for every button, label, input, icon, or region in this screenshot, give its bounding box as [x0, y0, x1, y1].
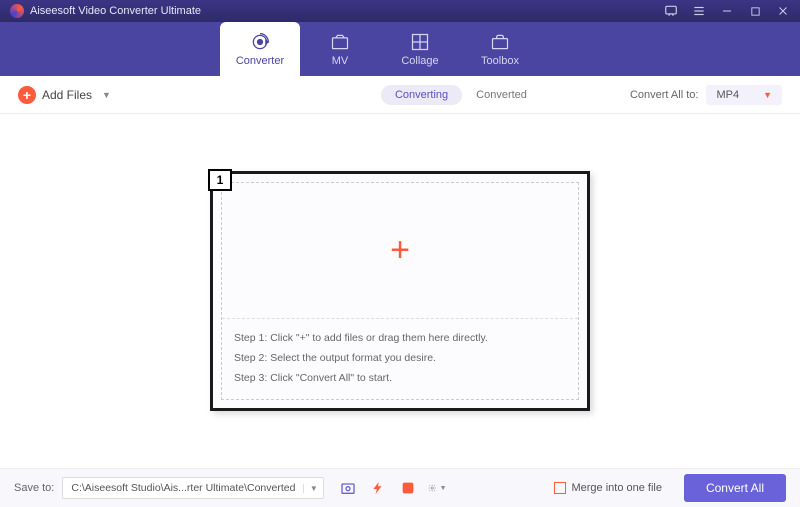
tab-converter-label: Converter [236, 55, 284, 67]
mv-icon [330, 32, 350, 52]
step-3-text: Step 3: Click "Convert All" to start. [234, 369, 566, 389]
high-speed-icon[interactable] [398, 478, 418, 498]
collage-icon [410, 32, 430, 52]
converted-tab[interactable]: Converted [462, 85, 541, 105]
toolbox-icon [490, 32, 510, 52]
add-files-label: Add Files [42, 88, 92, 102]
tab-toolbox[interactable]: Toolbox [460, 22, 540, 76]
callout-marker: 1 [208, 169, 232, 191]
save-path-select[interactable]: C:\Aiseesoft Studio\Ais...rter Ultimate\… [62, 477, 324, 499]
chevron-down-icon: ▼ [102, 90, 111, 100]
app-title: Aiseesoft Video Converter Ultimate [30, 5, 201, 17]
add-plus-icon[interactable]: + [390, 231, 410, 270]
converter-icon [250, 32, 270, 52]
step-1-text: Step 1: Click "+" to add files or drag t… [234, 329, 566, 349]
tab-mv[interactable]: MV [300, 22, 380, 76]
step-2-text: Step 2: Select the output format you des… [234, 349, 566, 369]
converting-tab[interactable]: Converting [381, 85, 462, 105]
save-path-value: C:\Aiseesoft Studio\Ais...rter Ultimate\… [63, 482, 303, 494]
dropzone[interactable]: + Step 1: Click "+" to add files or drag… [210, 171, 590, 411]
maximize-icon[interactable] [748, 4, 762, 18]
save-to-label: Save to: [14, 482, 54, 494]
minimize-icon[interactable] [720, 4, 734, 18]
feedback-icon[interactable] [664, 4, 678, 18]
open-folder-icon[interactable] [338, 478, 358, 498]
format-select[interactable]: MP4 ▼ [706, 85, 782, 105]
chevron-down-icon[interactable]: ▼ [303, 484, 323, 493]
chevron-down-icon: ▼ [763, 90, 772, 100]
menu-icon[interactable] [692, 4, 706, 18]
tab-collage[interactable]: Collage [380, 22, 460, 76]
gpu-accel-icon[interactable] [368, 478, 388, 498]
app-logo [10, 4, 24, 18]
convert-all-to-label: Convert All to: [630, 89, 698, 101]
settings-icon[interactable]: ▼ [428, 478, 448, 498]
close-icon[interactable] [776, 4, 790, 18]
convert-all-button[interactable]: Convert All [684, 474, 786, 502]
tab-converter[interactable]: Converter [220, 22, 300, 76]
tab-mv-label: MV [332, 55, 349, 67]
add-files-button[interactable]: + Add Files ▼ [18, 86, 111, 104]
tab-collage-label: Collage [401, 55, 438, 67]
merge-checkbox[interactable]: Merge into one file [554, 482, 662, 494]
format-value: MP4 [716, 89, 739, 101]
tab-toolbox-label: Toolbox [481, 55, 519, 67]
merge-label: Merge into one file [571, 482, 662, 494]
plus-icon: + [18, 86, 36, 104]
checkbox-icon [554, 482, 566, 494]
